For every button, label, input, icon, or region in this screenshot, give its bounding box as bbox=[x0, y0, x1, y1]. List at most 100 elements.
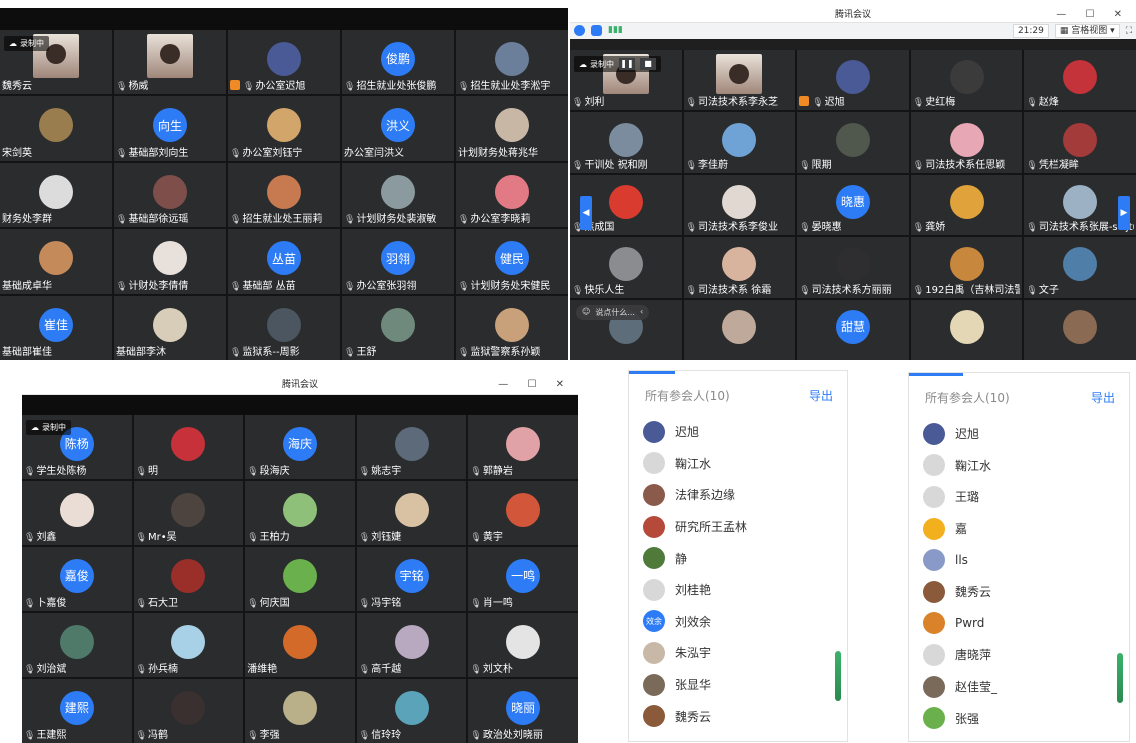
video-tile[interactable]: 🎙王舒 bbox=[342, 295, 454, 360]
video-tile[interactable]: 🎙刘钰婕 bbox=[356, 481, 467, 545]
video-tile[interactable]: 🎙监狱警察系孙颖 bbox=[456, 295, 568, 360]
video-tile[interactable]: 晓丽 🎙政治处刘晓丽 bbox=[468, 679, 578, 743]
video-tile[interactable]: 🎙黄宇 bbox=[468, 481, 578, 545]
video-tile[interactable]: 🎙文子 bbox=[1024, 237, 1136, 298]
video-tile[interactable]: 🎙刘治斌 bbox=[22, 613, 132, 677]
next-page-button[interactable]: ▶ bbox=[1118, 196, 1130, 230]
video-tile[interactable]: 🎙Mr•吴 bbox=[133, 481, 244, 545]
participant-list-item[interactable]: 唐晓萍 bbox=[923, 639, 1115, 671]
video-tile[interactable]: 🎙计财处李倩倩 bbox=[114, 229, 226, 294]
video-tile[interactable]: 🎙基础部徐远瑶 bbox=[114, 162, 226, 228]
video-tile[interactable]: 🎙王柏力 bbox=[245, 481, 355, 545]
participant-list-item[interactable]: 魏秀云 bbox=[643, 700, 833, 732]
video-tile[interactable]: 🎙计划财务处裴淑敏 bbox=[342, 162, 454, 228]
video-tile[interactable]: 🎙杨威 bbox=[114, 30, 226, 95]
video-tile[interactable] bbox=[910, 299, 1023, 360]
video-tile[interactable]: 基础成卓华 bbox=[0, 229, 112, 294]
video-tile[interactable]: 健民 🎙计划财务处宋健民 bbox=[456, 229, 568, 294]
fullscreen-icon[interactable]: ⛶ bbox=[1126, 26, 1132, 36]
participant-list-item[interactable]: 朱泓宇 bbox=[643, 637, 833, 669]
export-button[interactable]: 导出 bbox=[1091, 389, 1115, 406]
participant-list-item[interactable]: 赵佳莹_ bbox=[923, 671, 1115, 703]
participant-list-item[interactable]: 魏秀云 bbox=[923, 576, 1115, 608]
video-tile[interactable]: 🎙招生就业处王丽莉 bbox=[228, 162, 340, 228]
video-tile[interactable]: 建熙 🎙王建熙 bbox=[22, 679, 132, 743]
scrollbar-thumb[interactable] bbox=[835, 651, 841, 701]
video-tile[interactable]: 🎙李佳蔚 bbox=[683, 112, 796, 173]
video-tile[interactable]: 🎙刘文朴 bbox=[468, 613, 578, 677]
participant-list-item[interactable]: 刘桂艳 bbox=[643, 574, 833, 606]
participant-list-item[interactable]: Pwrd bbox=[923, 608, 1115, 640]
participant-list-item[interactable]: 法律系边缘 bbox=[643, 479, 833, 511]
view-switch-button[interactable]: ▦ 宫格视图 ▾ bbox=[1054, 24, 1120, 38]
video-tile[interactable]: 羽翎 🎙办公室张羽翎 bbox=[342, 229, 454, 294]
signal-icon[interactable]: ▮▮▮ bbox=[608, 25, 623, 36]
video-tile[interactable]: 宋剑英 bbox=[0, 96, 112, 161]
video-tile[interactable] bbox=[1024, 299, 1136, 360]
video-tile[interactable]: 基础部李沐 bbox=[114, 295, 226, 360]
video-tile[interactable]: 🎙监狱系--周影 bbox=[228, 295, 340, 360]
window-controls[interactable]: — ☐ ✕ bbox=[1056, 8, 1130, 22]
video-tile[interactable]: 🎙限期 bbox=[797, 112, 909, 173]
participant-list-item[interactable]: lls bbox=[923, 544, 1115, 576]
video-tile[interactable]: 嘉俊 🎙卜嘉俊 bbox=[22, 547, 132, 611]
pause-icon[interactable]: ❚❚ bbox=[619, 58, 635, 70]
window-controls[interactable]: — ☐ ✕ bbox=[498, 376, 572, 394]
participant-list-item[interactable]: 迟旭 bbox=[643, 416, 833, 448]
info-icon[interactable] bbox=[574, 25, 585, 36]
video-tile[interactable]: 🎙招生就业处李淞宇 bbox=[456, 30, 568, 95]
shield-icon[interactable] bbox=[591, 25, 602, 36]
video-tile[interactable]: 洪义 办公室闫洪义 bbox=[342, 96, 454, 161]
video-tile[interactable]: 海庆 🎙段海庆 bbox=[245, 415, 355, 479]
participant-list-item[interactable]: 张显华 bbox=[643, 669, 833, 701]
video-tile[interactable] bbox=[683, 299, 796, 360]
video-tile[interactable]: 🎙冯鹤 bbox=[133, 679, 244, 743]
chat-input-pill[interactable]: ☺ 说点什么... ‹ bbox=[576, 305, 650, 320]
video-tile[interactable]: 🎙司法技术系李俊业 bbox=[683, 174, 796, 236]
video-tile[interactable]: 🎙迟旭 bbox=[797, 50, 909, 111]
participant-list-item[interactable]: 迟旭 bbox=[923, 418, 1115, 450]
video-tile[interactable]: 🎙孙兵楠 bbox=[133, 613, 244, 677]
participant-list-item[interactable]: 研究所王孟林 bbox=[643, 511, 833, 543]
collapse-icon[interactable]: ‹ bbox=[640, 307, 643, 318]
video-tile[interactable]: 🎙快乐人生 bbox=[570, 237, 682, 298]
participant-list-item[interactable]: 王璐 bbox=[923, 481, 1115, 513]
video-tile[interactable]: 🎙史红梅 bbox=[910, 50, 1023, 111]
video-tile[interactable]: 🎙龚娇 bbox=[910, 174, 1023, 236]
video-tile[interactable]: 🎙办公室李晓莉 bbox=[456, 162, 568, 228]
video-tile[interactable]: 🎙司法技术系 徐霜 bbox=[683, 237, 796, 298]
stop-icon[interactable]: ■ bbox=[640, 58, 656, 70]
video-tile[interactable]: 🎙干训处 祝和刚 bbox=[570, 112, 682, 173]
video-tile[interactable]: 晓惠 🎙晏晓惠 bbox=[797, 174, 909, 236]
video-tile[interactable]: 🎙司法技术系方丽丽 bbox=[797, 237, 909, 298]
participant-list-item[interactable]: 鞠江水 bbox=[923, 450, 1115, 482]
video-tile[interactable]: 🎙司法技术系李永芝 bbox=[683, 50, 796, 111]
video-tile[interactable]: 🎙司法技术系任思颖 bbox=[910, 112, 1023, 173]
video-tile[interactable]: 崔佳 基础部崔佳 bbox=[0, 295, 112, 360]
participant-list-item[interactable]: 静 bbox=[643, 542, 833, 574]
prev-page-button[interactable]: ◀ bbox=[580, 196, 592, 230]
video-tile[interactable]: 🎙姚志宇 bbox=[356, 415, 467, 479]
video-tile[interactable]: 宇铭 🎙冯宇铭 bbox=[356, 547, 467, 611]
video-tile[interactable]: 甜慧 bbox=[797, 299, 909, 360]
video-tile[interactable]: 🎙刘鑫 bbox=[22, 481, 132, 545]
video-tile[interactable]: 🎙明 bbox=[133, 415, 244, 479]
participant-list-item[interactable]: 鞠江水 bbox=[643, 448, 833, 480]
video-tile[interactable]: 丛苗 🎙基础部 丛苗 bbox=[228, 229, 340, 294]
participant-list-item[interactable]: 张强 bbox=[923, 702, 1115, 734]
video-tile[interactable]: 向生 🎙基础部刘向生 bbox=[114, 96, 226, 161]
video-tile[interactable]: 🎙办公室迟旭 bbox=[228, 30, 340, 95]
video-tile[interactable]: 计划财务处蒋兆华 bbox=[456, 96, 568, 161]
video-tile[interactable]: 🎙高千越 bbox=[356, 613, 467, 677]
video-tile[interactable]: 俊鹏 🎙招生就业处张俊鹏 bbox=[342, 30, 454, 95]
video-tile[interactable]: 🎙何庆国 bbox=[245, 547, 355, 611]
video-tile[interactable]: 🎙赵烽 bbox=[1024, 50, 1136, 111]
export-button[interactable]: 导出 bbox=[809, 387, 833, 404]
video-tile[interactable]: 一鸣 🎙肖一鸣 bbox=[468, 547, 578, 611]
participant-list-item[interactable]: 嘉 bbox=[923, 513, 1115, 545]
video-tile[interactable]: 潘维艳 bbox=[245, 613, 355, 677]
video-tile[interactable]: 🎙凭栏凝眸 bbox=[1024, 112, 1136, 173]
video-tile[interactable]: 🎙石大卫 bbox=[133, 547, 244, 611]
video-tile[interactable]: 🎙李强 bbox=[245, 679, 355, 743]
participant-list-item[interactable]: 效余 刘效余 bbox=[643, 606, 833, 638]
